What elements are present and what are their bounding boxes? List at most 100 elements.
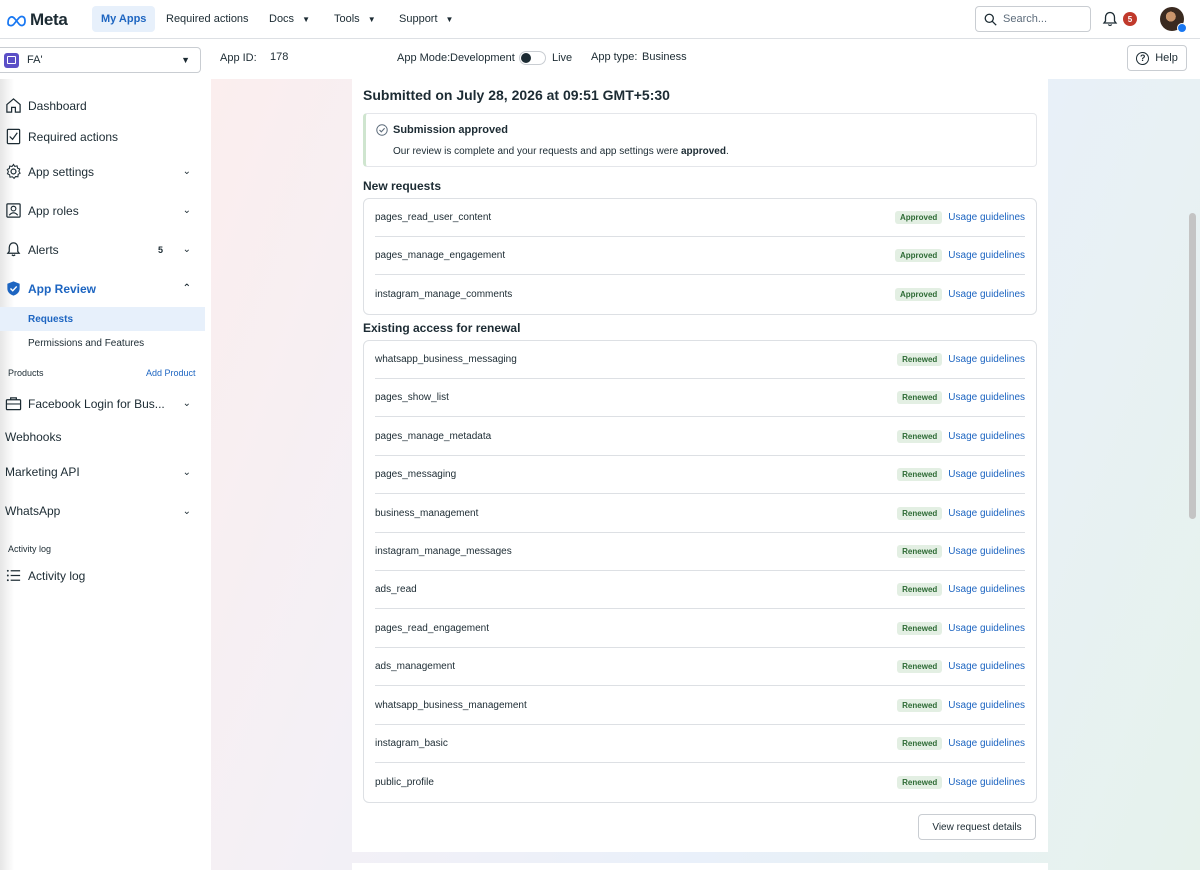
status-badge: Renewed <box>897 391 943 405</box>
new-requests-list: pages_read_user_content Approved Usage gui… <box>363 198 1037 315</box>
permission-name: pages_manage_engagement <box>375 250 506 262</box>
sidebar-label: Permissions and Features <box>28 337 145 349</box>
sidebar-label: App Review <box>28 281 97 296</box>
list-item: instagram_manage_messages Renewed Usage gu… <box>375 533 1025 571</box>
live-label: Live <box>552 52 573 64</box>
usage-guidelines-link[interactable]: Usage guidelines <box>948 354 1025 365</box>
avatar[interactable] <box>1160 7 1187 33</box>
sidebar-item-whatsapp[interactable]: WhatsApp ⌄ <box>5 504 201 518</box>
top-nav: Meta My Apps Required actions Docs ▼ Tool… <box>0 0 1200 39</box>
chevron-down-icon: ⌄ <box>182 244 191 255</box>
bell-icon <box>6 242 21 257</box>
usage-guidelines-link[interactable]: Usage guidelines <box>948 431 1025 442</box>
scrollbar[interactable] <box>1189 213 1196 519</box>
nav-my-apps[interactable]: My Apps <box>92 6 156 32</box>
new-requests-title: New requests <box>363 179 442 193</box>
list-icon <box>6 569 21 582</box>
usage-guidelines-link[interactable]: Usage guidelines <box>948 212 1025 223</box>
nav-docs[interactable]: Docs ▼ <box>260 6 319 32</box>
usage-guidelines-link[interactable]: Usage guidelines <box>948 700 1025 711</box>
permission-name: instagram_manage_comments <box>375 289 513 301</box>
submitted-title: Submitted on July 28, 2026 at 09:51 GMT+… <box>363 87 670 103</box>
permission-name: pages_manage_metadata <box>375 430 492 442</box>
caret-down-icon: ▼ <box>445 14 454 24</box>
permission-name: whatsapp_business_messaging <box>375 354 517 365</box>
sidebar-item-app-review[interactable]: App Review ⌃ <box>5 280 201 297</box>
usage-guidelines-link[interactable]: Usage guidelines <box>948 250 1025 261</box>
check-circle-icon <box>376 124 388 136</box>
search-input[interactable] <box>1003 13 1083 25</box>
bell-icon[interactable] <box>1102 11 1118 27</box>
approval-title: Submission approved <box>376 124 508 136</box>
app-mode-value: Development <box>450 52 515 64</box>
sidebar-item-required-actions[interactable]: Required actions <box>5 128 201 145</box>
status-badge: Renewed <box>897 583 943 597</box>
list-item: instagram_manage_comments Approved Usage g… <box>375 276 1025 314</box>
live-mode-toggle[interactable] <box>519 51 546 65</box>
help-button[interactable]: ? Help <box>1127 45 1187 71</box>
usage-guidelines-link[interactable]: Usage guidelines <box>948 584 1025 595</box>
meta-logo[interactable]: Meta <box>6 10 68 30</box>
sidebar-item-webhooks[interactable]: Webhooks <box>5 430 201 444</box>
sidebar-label: Activity log <box>28 568 86 583</box>
app-selector[interactable]: FA' ▼ <box>0 47 201 73</box>
status-badge: Renewed <box>897 737 943 750</box>
activity-section-label: Activity log <box>8 544 52 554</box>
usage-guidelines-link[interactable]: Usage guidelines <box>948 289 1025 300</box>
briefcase-icon <box>5 397 22 411</box>
list-item: public_profile Renewed Usage guidelines <box>375 763 1025 801</box>
sidebar-item-permissions-features[interactable]: Permissions and Features <box>0 331 205 355</box>
sidebar-item-app-settings[interactable]: App settings ⌄ <box>5 163 201 180</box>
sidebar-label: Alerts <box>28 242 59 257</box>
app-name: FA' <box>27 54 43 66</box>
usage-guidelines-link[interactable]: Usage guidelines <box>948 508 1025 519</box>
status-badge: Renewed <box>897 506 943 520</box>
sidebar-label: App settings <box>28 164 95 179</box>
sidebar-label: WhatsApp <box>5 504 61 518</box>
usage-guidelines-link[interactable]: Usage guidelines <box>948 661 1025 672</box>
usage-guidelines-link[interactable]: Usage guidelines <box>948 469 1025 480</box>
sidebar-item-marketing-api[interactable]: Marketing API ⌄ <box>5 465 201 479</box>
checklist-icon <box>6 128 21 145</box>
usage-guidelines-link[interactable]: Usage guidelines <box>948 623 1025 634</box>
status-badge: Renewed <box>897 353 943 366</box>
status-badge: Approved <box>894 288 943 302</box>
sidebar-item-activity-log[interactable]: Activity log <box>5 567 201 584</box>
nav-required-actions[interactable]: Required actions <box>157 6 258 32</box>
sidebar-label: Webhooks <box>5 430 62 444</box>
usage-guidelines-link[interactable]: Usage guidelines <box>948 546 1025 557</box>
permission-name: pages_read_engagement <box>375 622 489 634</box>
usage-guidelines-link[interactable]: Usage guidelines <box>948 777 1025 788</box>
next-card <box>352 863 1048 870</box>
list-item: pages_manage_metadata Renewed Usage guidel… <box>375 418 1025 456</box>
sidebar-item-facebook-login[interactable]: Facebook Login for Bus... ⌄ <box>5 395 201 412</box>
help-label: Help <box>1155 52 1178 64</box>
add-product-link[interactable]: Add Product <box>146 368 196 378</box>
caret-down-icon: ▼ <box>181 55 190 65</box>
sidebar-item-alerts[interactable]: Alerts 5 ⌄ <box>5 241 201 258</box>
caret-down-icon: ▼ <box>302 14 310 24</box>
shield-check-icon <box>7 281 20 296</box>
sidebar-item-dashboard[interactable]: Dashboard <box>5 97 201 114</box>
status-badge: Renewed <box>897 545 943 558</box>
sidebar-item-requests[interactable]: Requests <box>0 307 205 331</box>
permission-name: pages_messaging <box>375 469 457 481</box>
chevron-down-icon: ⌄ <box>182 466 191 478</box>
sidebar-label: Marketing API <box>5 465 80 479</box>
sidebar-item-app-roles[interactable]: App roles ⌄ <box>5 202 201 219</box>
nav-tools[interactable]: Tools ▼ <box>325 6 385 32</box>
app-sub-bar: FA' ▼ App ID: 178 App Mode: Development … <box>0 39 1200 79</box>
permission-name: pages_read_user_content <box>375 212 492 223</box>
view-request-details-button[interactable]: View request details <box>918 814 1036 840</box>
search-box[interactable] <box>975 6 1091 32</box>
usage-guidelines-link[interactable]: Usage guidelines <box>948 738 1025 749</box>
permission-name: business_management <box>375 507 479 519</box>
status-badge: Renewed <box>897 698 943 712</box>
chevron-up-icon: ⌃ <box>182 283 191 294</box>
app-icon <box>4 52 19 68</box>
sidebar-label: Requests <box>28 313 74 325</box>
user-badge-icon <box>6 203 21 218</box>
permission-name: instagram_manage_messages <box>375 546 512 557</box>
nav-support[interactable]: Support ▼ <box>390 6 462 32</box>
usage-guidelines-link[interactable]: Usage guidelines <box>948 392 1025 403</box>
